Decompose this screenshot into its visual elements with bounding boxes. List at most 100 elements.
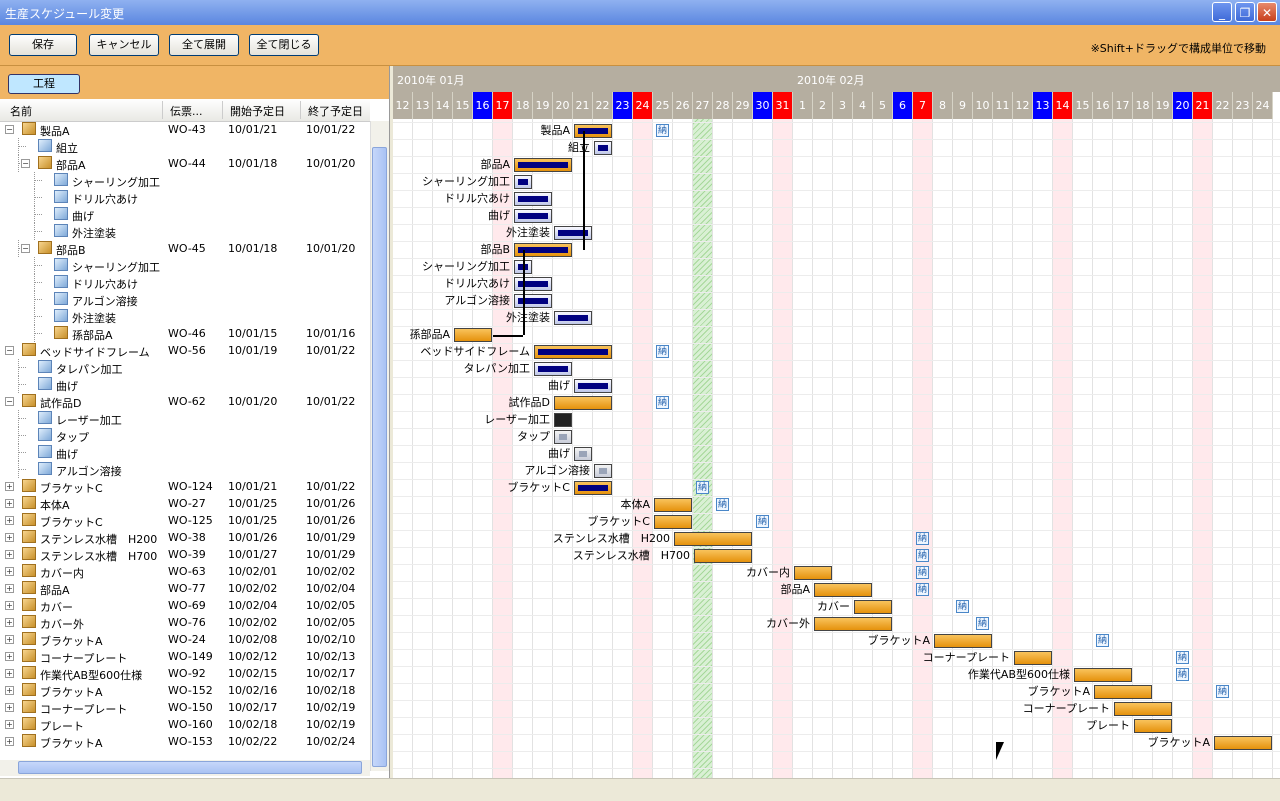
schedule-bar[interactable]: [1214, 736, 1272, 750]
tree-row[interactable]: シャーリング加工: [0, 257, 370, 274]
delivery-icon[interactable]: 納: [756, 515, 769, 528]
tree-row[interactable]: アルゴン溶接: [0, 291, 370, 308]
tree-row[interactable]: 曲げ: [0, 444, 370, 461]
tree-horizontal-scrollbar[interactable]: [0, 760, 370, 776]
collapse-icon[interactable]: −: [5, 346, 14, 355]
collapse-all-button[interactable]: 全て閉じる: [249, 34, 319, 56]
tree-row[interactable]: + プレート WO-160 10/02/18 10/02/19: [0, 716, 370, 733]
tree-row[interactable]: + カバー外 WO-76 10/02/02 10/02/05: [0, 614, 370, 631]
delivery-icon[interactable]: 納: [976, 617, 989, 630]
expand-icon[interactable]: +: [5, 720, 14, 729]
delivery-icon[interactable]: 納: [656, 345, 669, 358]
schedule-bar[interactable]: [514, 209, 552, 223]
tree-row[interactable]: + ブラケットC WO-124 10/01/21 10/01/22: [0, 478, 370, 495]
tree-row[interactable]: 曲げ: [0, 376, 370, 393]
expand-icon[interactable]: +: [5, 669, 14, 678]
tree-row[interactable]: + ブラケットA WO-24 10/02/08 10/02/10: [0, 631, 370, 648]
expand-icon[interactable]: +: [5, 618, 14, 627]
delivery-icon[interactable]: 納: [656, 124, 669, 137]
tree-row[interactable]: レーザー加工: [0, 410, 370, 427]
delivery-icon[interactable]: 納: [916, 583, 929, 596]
expand-icon[interactable]: +: [5, 584, 14, 593]
expand-icon[interactable]: +: [5, 703, 14, 712]
expand-icon[interactable]: +: [5, 737, 14, 746]
schedule-bar[interactable]: [934, 634, 992, 648]
expand-icon[interactable]: +: [5, 567, 14, 576]
cancel-button[interactable]: キャンセル: [89, 34, 159, 56]
tree-row[interactable]: ドリル穴あけ: [0, 274, 370, 291]
schedule-bar[interactable]: [854, 600, 892, 614]
tree-row[interactable]: + カバー WO-69 10/02/04 10/02/05: [0, 597, 370, 614]
tree-row[interactable]: 外注塗装: [0, 308, 370, 325]
schedule-bar[interactable]: [534, 362, 572, 376]
schedule-bar[interactable]: [1114, 702, 1172, 716]
tree-row[interactable]: + ステンレス水槽 H700 WO-39 10/01/27 10/01/29: [0, 546, 370, 563]
tree-row[interactable]: − 部品B WO-45 10/01/18 10/01/20: [0, 240, 370, 257]
schedule-bar[interactable]: [514, 277, 552, 291]
tree-row[interactable]: + 作業代AB型600仕様 WO-92 10/02/15 10/02/17: [0, 665, 370, 682]
delivery-icon[interactable]: 納: [716, 498, 729, 511]
schedule-bar[interactable]: [814, 583, 872, 597]
tree-row[interactable]: タレパン加工: [0, 359, 370, 376]
tree-row[interactable]: 組立: [0, 138, 370, 155]
tree-horizontal-scroll-thumb[interactable]: [18, 761, 362, 774]
close-icon[interactable]: ✕: [1257, 2, 1277, 22]
schedule-bar[interactable]: [594, 464, 612, 478]
delivery-icon[interactable]: 納: [956, 600, 969, 613]
schedule-bar[interactable]: [1134, 719, 1172, 733]
delivery-icon[interactable]: 納: [916, 549, 929, 562]
tree-row[interactable]: 外注塗装: [0, 223, 370, 240]
tree-row[interactable]: − 部品A WO-44 10/01/18 10/01/20: [0, 155, 370, 172]
tab-process[interactable]: 工程: [8, 74, 80, 94]
tree-row[interactable]: − 製品A WO-43 10/01/21 10/01/22: [0, 121, 370, 138]
schedule-bar[interactable]: [654, 515, 692, 529]
schedule-bar[interactable]: [554, 226, 592, 240]
collapse-icon[interactable]: −: [5, 125, 14, 134]
tree-vertical-scrollbar[interactable]: [370, 121, 389, 771]
expand-icon[interactable]: +: [5, 533, 14, 542]
collapse-icon[interactable]: −: [21, 159, 30, 168]
expand-icon[interactable]: +: [5, 482, 14, 491]
schedule-bar[interactable]: [574, 124, 612, 138]
delivery-icon[interactable]: 納: [1096, 634, 1109, 647]
expand-icon[interactable]: +: [5, 601, 14, 610]
schedule-bar[interactable]: [654, 498, 692, 512]
delivery-icon[interactable]: 納: [916, 566, 929, 579]
expand-all-button[interactable]: 全て展開: [169, 34, 239, 56]
tree-row[interactable]: アルゴン溶接: [0, 461, 370, 478]
expand-icon[interactable]: +: [5, 652, 14, 661]
schedule-bar[interactable]: [694, 549, 752, 563]
tree-row[interactable]: + 部品A WO-77 10/02/02 10/02/04: [0, 580, 370, 597]
tree-row[interactable]: + カバー内 WO-63 10/02/01 10/02/02: [0, 563, 370, 580]
schedule-bar[interactable]: [554, 396, 612, 410]
delivery-icon[interactable]: 納: [696, 481, 709, 494]
delivery-icon[interactable]: 納: [1176, 668, 1189, 681]
tree-row[interactable]: ドリル穴あけ: [0, 189, 370, 206]
tree-row[interactable]: 孫部品A WO-46 10/01/15 10/01/16: [0, 325, 370, 342]
delivery-icon[interactable]: 納: [916, 532, 929, 545]
minimize-icon[interactable]: _: [1212, 2, 1232, 22]
schedule-bar[interactable]: [594, 141, 612, 155]
collapse-icon[interactable]: −: [5, 397, 14, 406]
delivery-icon[interactable]: 納: [1176, 651, 1189, 664]
schedule-bar[interactable]: [574, 447, 592, 461]
tree-row[interactable]: − ベッドサイドフレーム WO-56 10/01/19 10/01/22: [0, 342, 370, 359]
delivery-icon[interactable]: 納: [656, 396, 669, 409]
expand-icon[interactable]: +: [5, 635, 14, 644]
tree-row[interactable]: + コーナープレート WO-149 10/02/12 10/02/13: [0, 648, 370, 665]
schedule-bar[interactable]: [514, 192, 552, 206]
schedule-bar[interactable]: [574, 481, 612, 495]
schedule-bar[interactable]: [454, 328, 492, 342]
save-button[interactable]: 保存: [9, 34, 77, 56]
schedule-bar[interactable]: [814, 617, 892, 631]
schedule-bar[interactable]: [554, 430, 572, 444]
schedule-bar[interactable]: [554, 311, 592, 325]
tree-row[interactable]: + ステンレス水槽 H200 WO-38 10/01/26 10/01/29: [0, 529, 370, 546]
col-end[interactable]: 終了予定日: [308, 103, 363, 119]
schedule-bar[interactable]: [794, 566, 832, 580]
schedule-bar[interactable]: [1074, 668, 1132, 682]
schedule-bar[interactable]: [534, 345, 612, 359]
col-name[interactable]: 名前: [10, 103, 32, 119]
tree-row[interactable]: タップ: [0, 427, 370, 444]
tree-row[interactable]: + ブラケットC WO-125 10/01/25 10/01/26: [0, 512, 370, 529]
